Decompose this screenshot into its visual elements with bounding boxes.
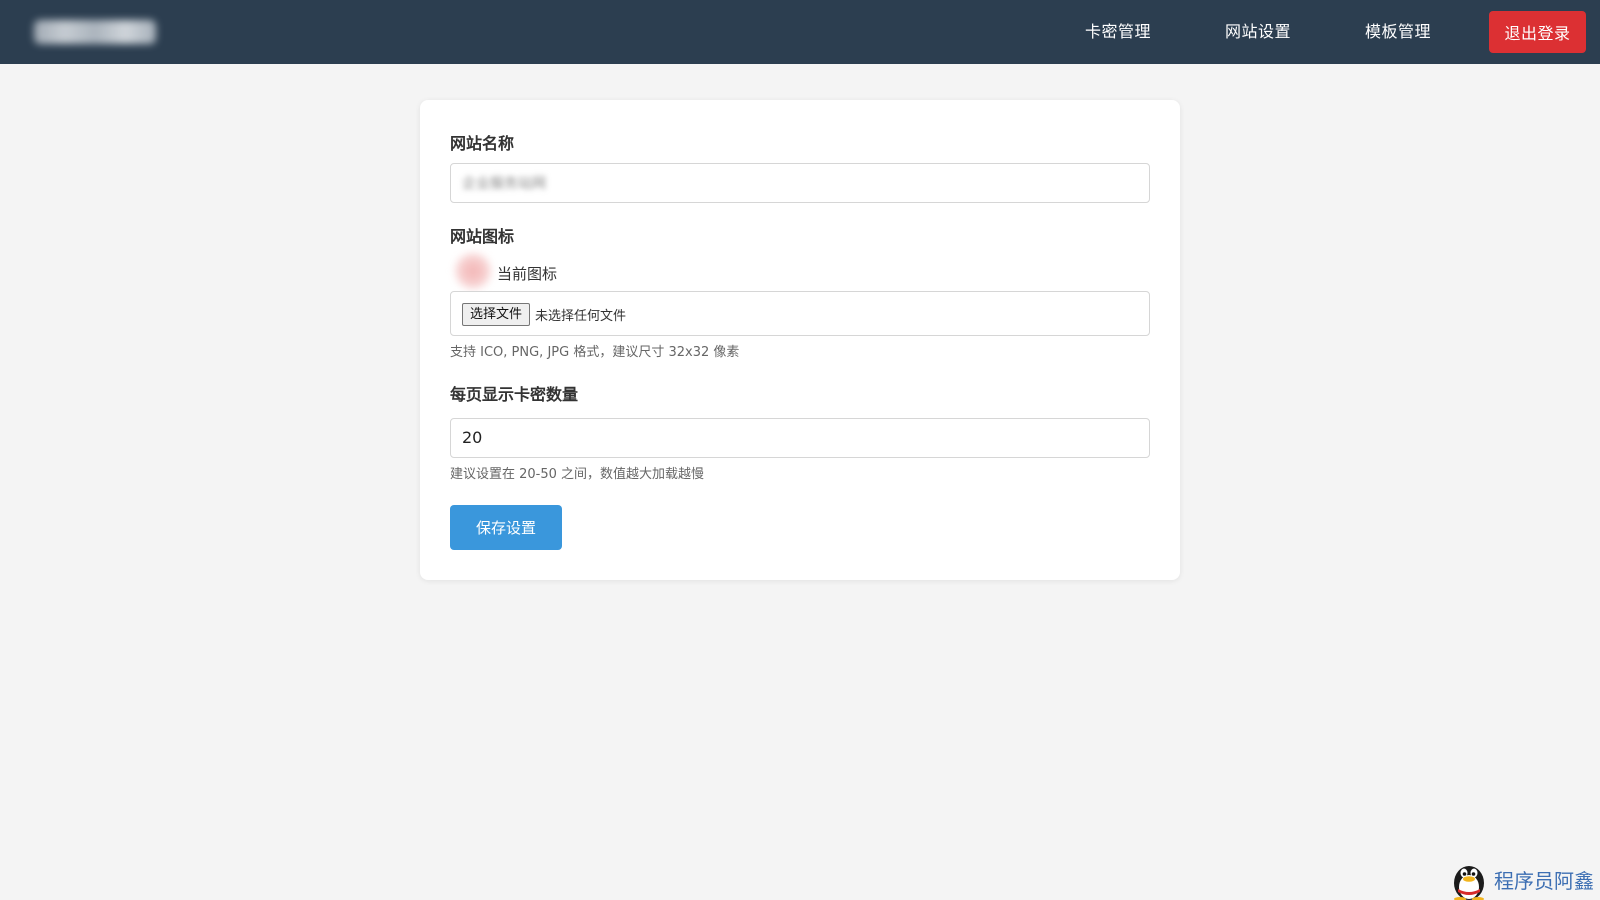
settings-card: 网站名称 企业服务站网 网站图标 当前图标 选择文件 未选择任何文件 支持 IC… (420, 100, 1180, 580)
nav-site-settings[interactable]: 网站设置 (1225, 20, 1291, 44)
file-status-text: 未选择任何文件 (535, 309, 627, 324)
site-brand-logo[interactable] (34, 20, 156, 44)
site-icon-help-text: 支持 ICO, PNG, JPG 格式，建议尺寸 32x32 像素 (450, 345, 740, 360)
site-icon-label: 网站图标 (450, 227, 515, 246)
nav-template-management[interactable]: 模板管理 (1365, 20, 1431, 44)
current-favicon-image (450, 248, 496, 294)
per-page-label: 每页显示卡密数量 (450, 385, 579, 404)
save-settings-button[interactable]: 保存设置 (450, 505, 562, 550)
top-navbar: 卡密管理 网站设置 模板管理 退出登录 (0, 0, 1600, 64)
choose-file-button[interactable]: 选择文件 (462, 303, 531, 326)
site-name-value: 企业服务站网 (462, 176, 546, 192)
site-name-label: 网站名称 (450, 134, 515, 153)
penguin-icon (1454, 866, 1484, 900)
watermark-text: 程序员阿鑫 (1494, 868, 1594, 893)
logout-button[interactable]: 退出登录 (1489, 11, 1586, 53)
per-page-input[interactable]: 20 (450, 418, 1150, 458)
current-icon-caption: 当前图标 (497, 265, 558, 283)
nav-card-management[interactable]: 卡密管理 (1085, 20, 1151, 44)
site-icon-file-input[interactable]: 选择文件 未选择任何文件 (450, 291, 1150, 336)
per-page-help-text: 建议设置在 20-50 之间，数值越大加载越慢 (450, 467, 705, 482)
author-watermark: 程序员阿鑫 (1448, 858, 1594, 900)
site-name-input[interactable]: 企业服务站网 (450, 163, 1150, 203)
